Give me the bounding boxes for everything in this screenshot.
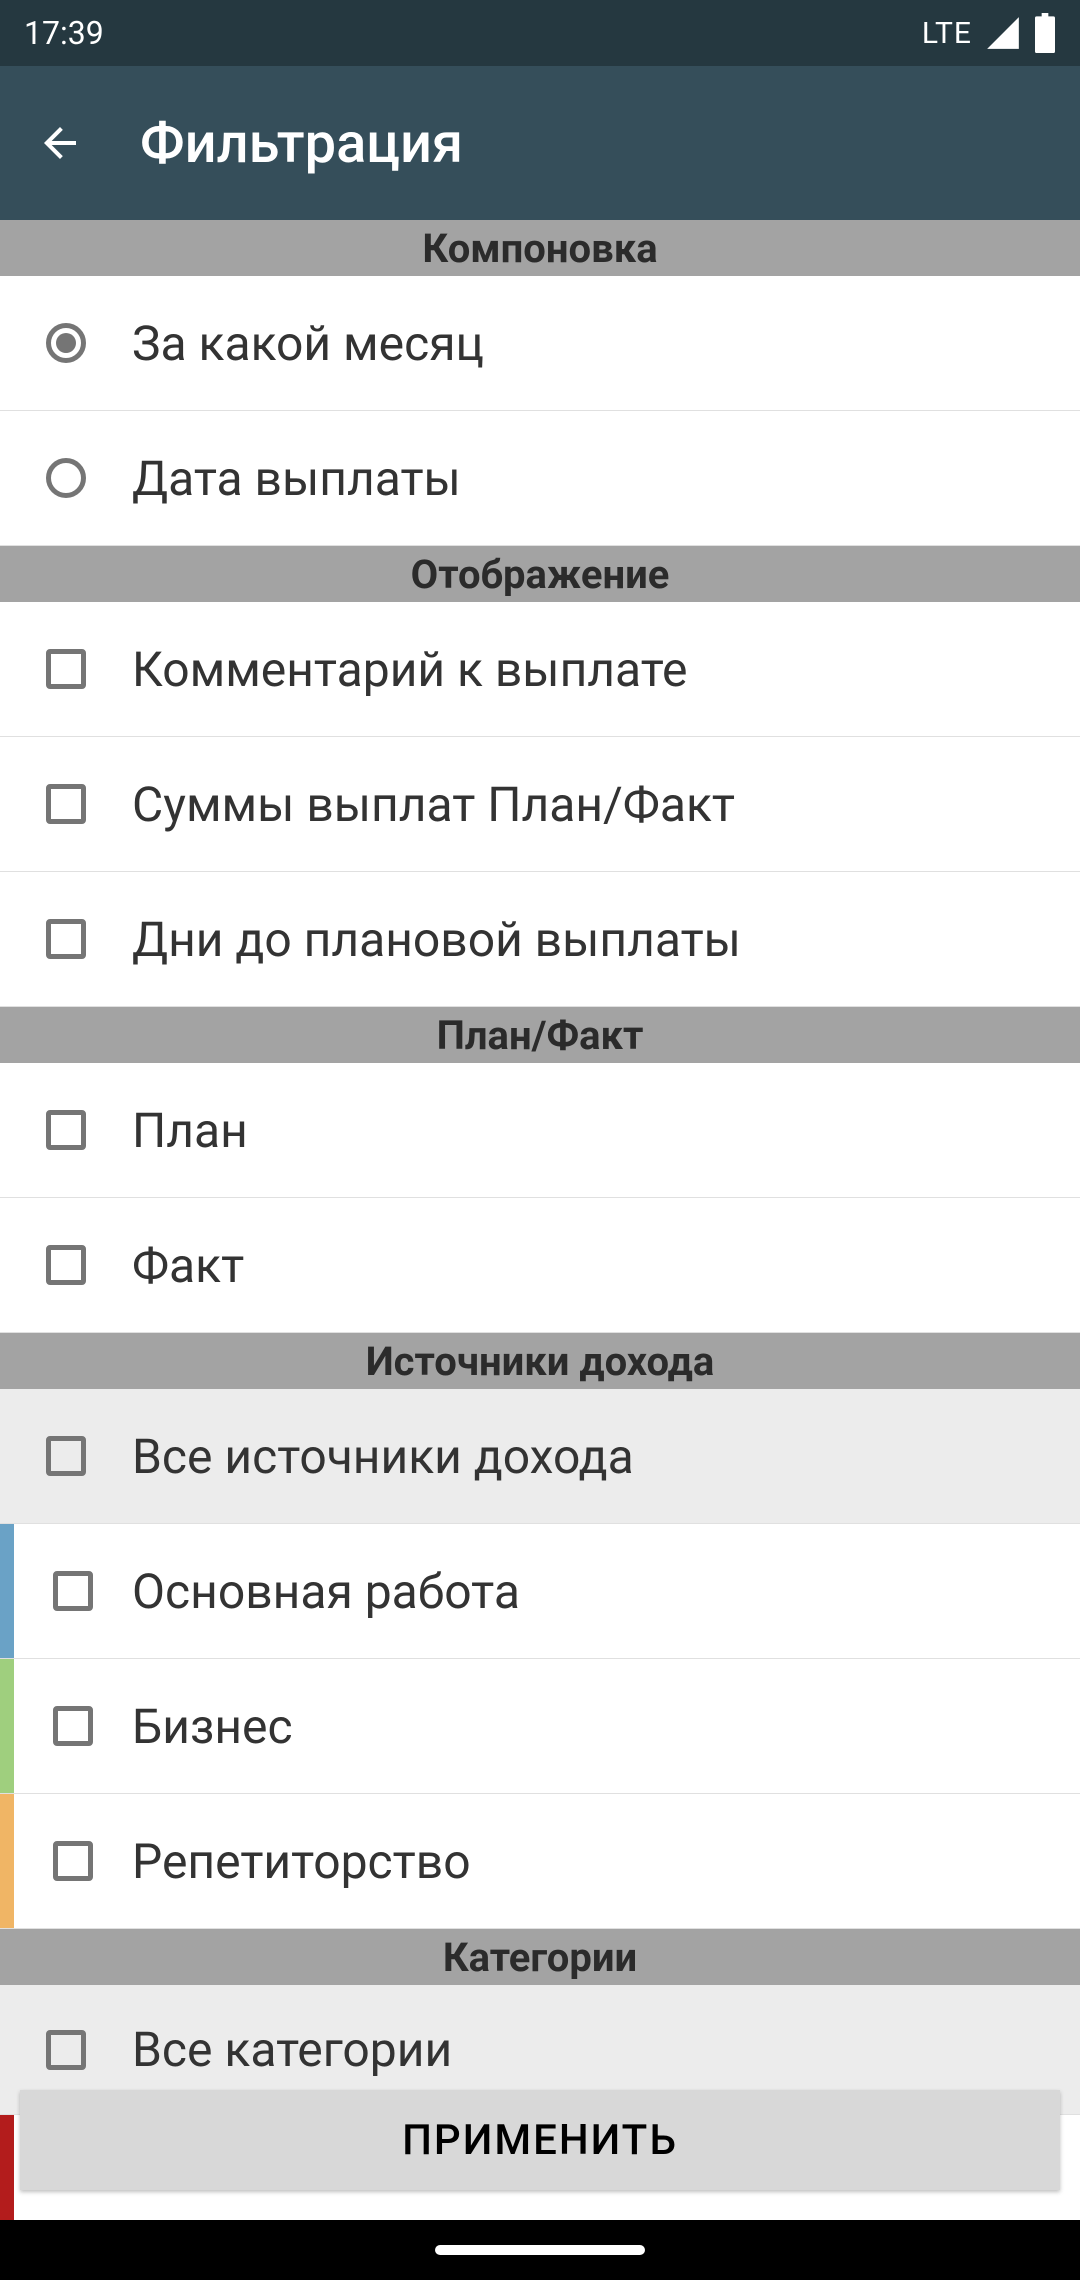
status-right: LTE bbox=[922, 13, 1056, 53]
row-label: Факт bbox=[132, 1237, 244, 1294]
checkbox-icon bbox=[46, 919, 86, 959]
battery-icon bbox=[1034, 13, 1056, 53]
row-tutoring[interactable]: Репетиторство bbox=[0, 1794, 1080, 1929]
checkbox-icon bbox=[53, 1706, 93, 1746]
row-comment[interactable]: Комментарий к выплате bbox=[0, 602, 1080, 737]
color-strip bbox=[0, 1794, 14, 1928]
page-title: Фильтрация bbox=[140, 110, 463, 176]
row-plan[interactable]: План bbox=[0, 1063, 1080, 1198]
checkbox-icon bbox=[46, 1436, 86, 1476]
row-label: Репетиторство bbox=[132, 1833, 471, 1890]
checkbox-icon bbox=[46, 1110, 86, 1150]
row-label: Все источники дохода bbox=[132, 1428, 634, 1485]
row-days-until[interactable]: Дни до плановой выплаты bbox=[0, 872, 1080, 1007]
apply-button[interactable]: ПРИМЕНИТЬ bbox=[20, 2090, 1060, 2190]
row-label: Комментарий к выплате bbox=[132, 641, 687, 698]
section-income: Источники дохода bbox=[0, 1333, 1080, 1389]
section-display: Отображение bbox=[0, 546, 1080, 602]
row-sums[interactable]: Суммы выплат План/Факт bbox=[0, 737, 1080, 872]
row-pay-date[interactable]: Дата выплаты bbox=[0, 411, 1080, 546]
checkbox-icon bbox=[46, 649, 86, 689]
radio-icon bbox=[46, 323, 86, 363]
row-all-income[interactable]: Все источники дохода bbox=[0, 1389, 1080, 1524]
row-label: Суммы выплат План/Факт bbox=[132, 776, 735, 833]
back-icon[interactable] bbox=[36, 119, 84, 167]
checkbox-icon bbox=[46, 1245, 86, 1285]
row-label: Все категории bbox=[132, 2021, 452, 2078]
status-network: LTE bbox=[922, 16, 972, 51]
radio-icon bbox=[46, 458, 86, 498]
row-main-job[interactable]: Основная работа bbox=[0, 1524, 1080, 1659]
color-strip bbox=[0, 1524, 14, 1658]
content-area: Компоновка За какой месяц Дата выплаты О… bbox=[0, 220, 1080, 2280]
row-label: За какой месяц bbox=[132, 315, 484, 372]
checkbox-icon bbox=[46, 2030, 86, 2070]
row-label: Основная работа bbox=[132, 1563, 520, 1620]
row-label: Дни до плановой выплаты bbox=[132, 911, 741, 968]
row-label: План bbox=[132, 1102, 248, 1159]
app-bar: Фильтрация bbox=[0, 66, 1080, 220]
checkbox-icon bbox=[46, 784, 86, 824]
nav-pill-icon[interactable] bbox=[435, 2245, 645, 2255]
checkbox-icon bbox=[53, 1571, 93, 1611]
android-nav-bar bbox=[0, 2220, 1080, 2280]
color-strip bbox=[0, 1659, 14, 1793]
signal-icon bbox=[984, 14, 1022, 52]
checkbox-icon bbox=[53, 1841, 93, 1881]
status-time: 17:39 bbox=[24, 14, 104, 52]
row-business[interactable]: Бизнес bbox=[0, 1659, 1080, 1794]
status-bar: 17:39 LTE bbox=[0, 0, 1080, 66]
row-fact[interactable]: Факт bbox=[0, 1198, 1080, 1333]
section-layout: Компоновка bbox=[0, 220, 1080, 276]
row-by-month[interactable]: За какой месяц bbox=[0, 276, 1080, 411]
section-categories: Категории bbox=[0, 1929, 1080, 1985]
section-planfact: План/Факт bbox=[0, 1007, 1080, 1063]
row-label: Дата выплаты bbox=[132, 450, 461, 507]
row-label: Бизнес bbox=[132, 1698, 293, 1755]
